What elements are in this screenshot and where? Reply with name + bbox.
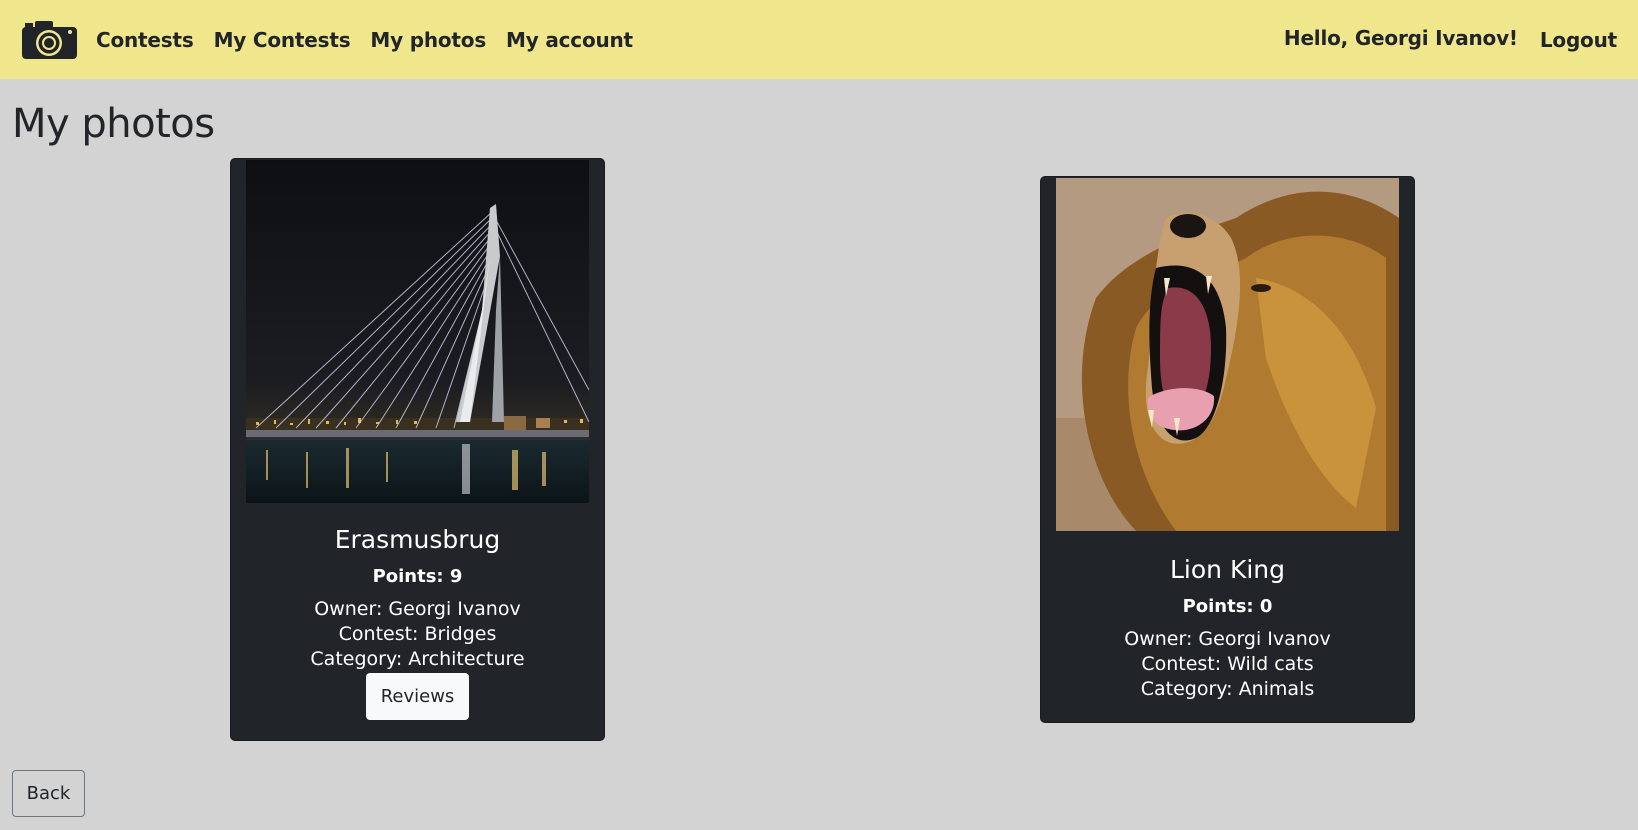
photo-card: Lion King Points: 0 Owner: Georgi Ivanov… xyxy=(1040,176,1415,723)
nav-link-contests[interactable]: Contests xyxy=(96,28,194,52)
photo-card: Erasmusbrug Points: 9 Owner: Georgi Ivan… xyxy=(230,158,605,741)
camera-icon xyxy=(22,20,77,59)
photo-details: Owner: Georgi Ivanov Contest: Wild cats … xyxy=(1041,627,1414,702)
photo-contest: Contest: Wild cats xyxy=(1141,653,1314,675)
nav-user-area: Hello, Georgi Ivanov! Logout xyxy=(1283,26,1617,52)
photo-owner: Owner: Georgi Ivanov xyxy=(314,598,521,620)
nav-link-my-account[interactable]: My account xyxy=(506,28,633,52)
photo-title: Lion King xyxy=(1169,555,1285,584)
photo-image xyxy=(246,160,589,503)
photo-image xyxy=(1056,178,1399,531)
nav-link-my-photos[interactable]: My photos xyxy=(370,28,486,52)
brand-logo-link[interactable] xyxy=(21,19,78,61)
logout-link[interactable]: Logout xyxy=(1540,28,1617,52)
bridge-night-photo xyxy=(246,160,589,503)
photo-owner: Owner: Georgi Ivanov xyxy=(1124,628,1331,650)
photo-details: Owner: Georgi Ivanov Contest: Bridges Ca… xyxy=(231,597,604,672)
photo-contest: Contest: Bridges xyxy=(338,623,497,645)
photo-category: Category: Architecture xyxy=(310,648,525,670)
user-greeting: Hello, Georgi Ivanov! xyxy=(1283,26,1518,50)
photo-points: Points: 9 xyxy=(372,566,463,587)
lion-roaring-photo xyxy=(1056,178,1399,531)
back-button[interactable]: Back xyxy=(12,770,85,817)
photo-title: Erasmusbrug xyxy=(334,525,501,554)
photo-points: Points: 0 xyxy=(1182,596,1273,617)
reviews-button[interactable]: Reviews xyxy=(366,673,469,720)
top-navbar: Contests My Contests My photos My accoun… xyxy=(0,0,1638,79)
page-title: My photos xyxy=(12,101,215,147)
nav-link-my-contests[interactable]: My Contests xyxy=(214,28,351,52)
photo-category: Category: Animals xyxy=(1140,678,1315,700)
